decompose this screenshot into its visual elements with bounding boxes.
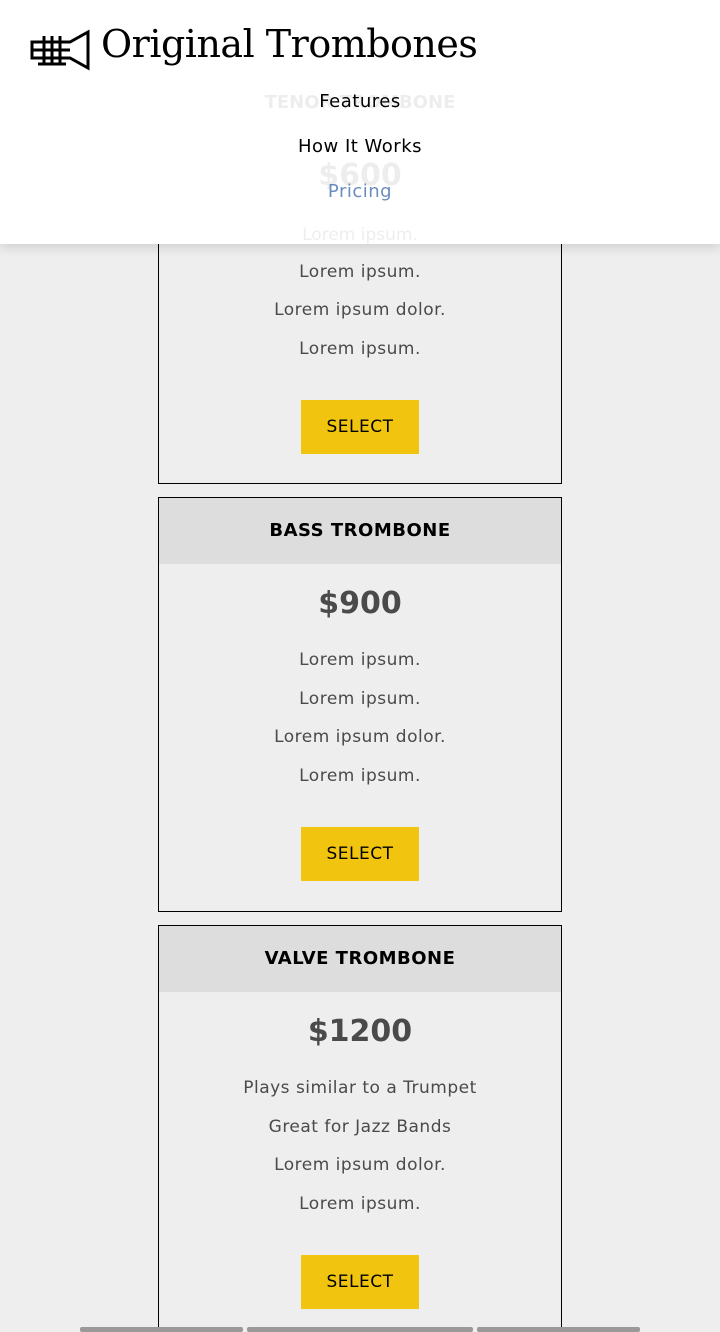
list-item: Lorem ipsum dolor. bbox=[274, 1155, 446, 1175]
card-title: VALVE TROMBONE bbox=[159, 926, 561, 992]
nav-link-pricing[interactable]: Pricing bbox=[328, 181, 392, 202]
card-price: $1200 bbox=[307, 1014, 413, 1049]
feature-list: Plays similar to a Trumpet Great for Jaz… bbox=[159, 1069, 561, 1223]
list-item: Plays similar to a Trumpet bbox=[243, 1078, 477, 1098]
scroll-segment[interactable] bbox=[477, 1327, 640, 1332]
list-item: Lorem ipsum dolor. bbox=[274, 300, 446, 320]
card-price: $900 bbox=[318, 586, 402, 621]
select-button[interactable]: SELECT bbox=[301, 400, 419, 454]
site-header: Original Trombones Features How It Works… bbox=[0, 0, 720, 244]
list-item: Lorem ipsum dolor. bbox=[274, 727, 446, 747]
nav-item-pricing: Pricing bbox=[0, 178, 720, 223]
list-item: Great for Jazz Bands bbox=[268, 1116, 452, 1137]
list-item: Lorem ipsum. bbox=[299, 338, 421, 359]
nav-link-features[interactable]: Features bbox=[319, 91, 400, 112]
select-button[interactable]: SELECT bbox=[301, 827, 419, 881]
list-item: Lorem ipsum. bbox=[299, 765, 421, 786]
select-button[interactable]: SELECT bbox=[301, 1255, 419, 1309]
pricing-card-bass: BASS TROMBONE $900 Lorem ipsum. Lorem ip… bbox=[158, 497, 562, 912]
pricing-card-valve: VALVE TROMBONE $1200 Plays similar to a … bbox=[158, 925, 562, 1332]
nav-item-how-it-works: How It Works bbox=[0, 133, 720, 178]
brand-name[interactable]: Original Trombones bbox=[101, 22, 478, 66]
scroll-segment[interactable] bbox=[247, 1327, 473, 1332]
list-item: Lorem ipsum. bbox=[299, 261, 421, 282]
feature-list: Lorem ipsum. Lorem ipsum. Lorem ipsum do… bbox=[159, 641, 561, 795]
list-item: Lorem ipsum. bbox=[299, 688, 421, 709]
list-item: Lorem ipsum. bbox=[299, 1193, 421, 1214]
scroll-segment[interactable] bbox=[80, 1327, 243, 1332]
trumpet-logo-icon[interactable] bbox=[30, 28, 92, 72]
nav-item-features: Features bbox=[0, 88, 720, 133]
nav-menu: Features How It Works Pricing bbox=[0, 88, 720, 223]
list-item: Lorem ipsum. bbox=[299, 650, 421, 670]
nav-link-how-it-works[interactable]: How It Works bbox=[298, 136, 422, 157]
scroll-indicator bbox=[0, 1327, 720, 1332]
card-title: BASS TROMBONE bbox=[159, 498, 561, 564]
